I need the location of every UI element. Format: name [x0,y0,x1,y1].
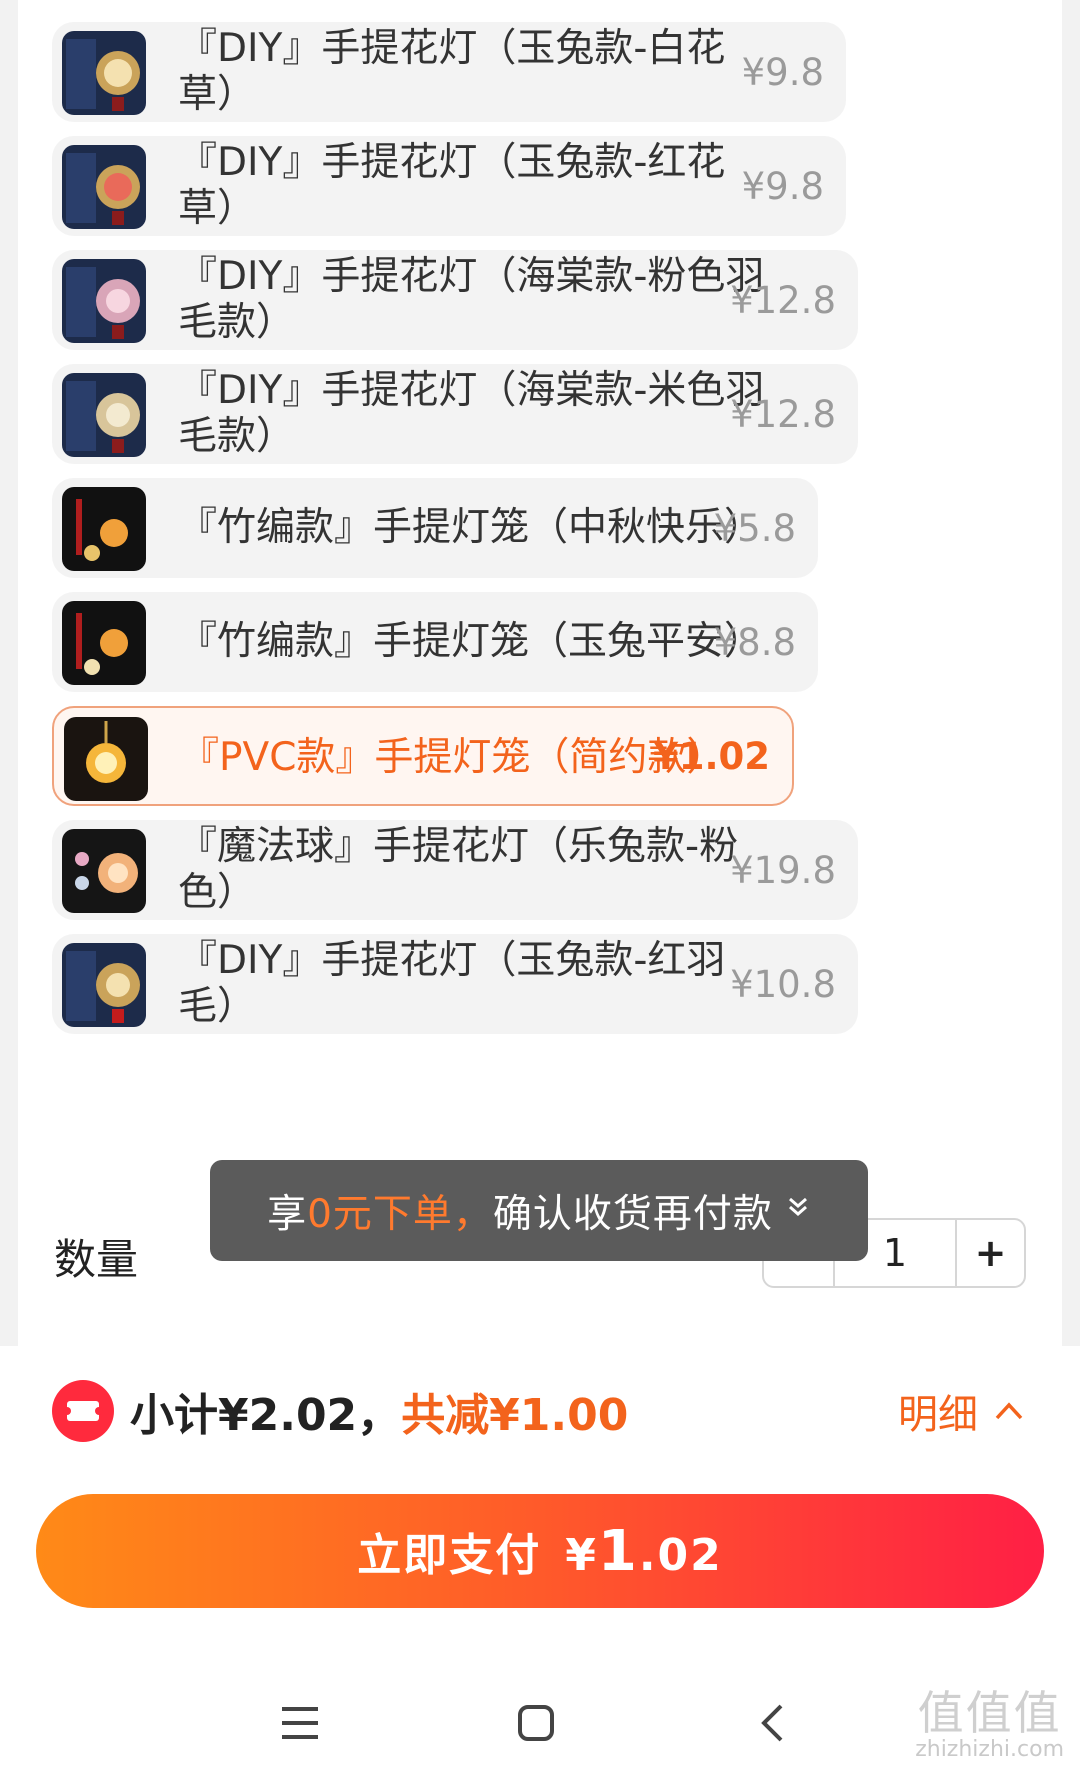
sku-option[interactable]: 『魔法球』手提花灯（乐兔款-粉 色） ¥19.8 [52,820,858,920]
sku-option[interactable]: 『DIY』手提花灯（玉兔款-红花 草） ¥9.8 [52,136,846,236]
sku-option[interactable]: 『DIY』手提花灯（玉兔款-红羽 毛） ¥10.8 [52,934,858,1034]
promo-toast[interactable]: 享 0元下单， 确认收货再付款 [210,1160,868,1261]
subtotal-text: 小计¥2.02， [130,1390,402,1441]
sku-price: ¥1.02 [652,734,770,778]
product-thumbnail [62,829,146,913]
increase-button[interactable]: + [957,1220,1024,1286]
toast-highlight: 0元下单， [307,1191,493,1237]
sku-name: 『PVC款』手提灯笼（简约款） [180,735,726,780]
toast-text: 确认收货再付款 [492,1191,773,1237]
sku-option[interactable]: 『竹编款』手提灯笼（玉兔平安） ¥8.8 [52,592,818,692]
coupon-icon [52,1380,114,1442]
product-thumbnail [62,373,146,457]
sku-name: 『DIY』手提花灯（海棠款-粉色羽 毛款） [178,254,765,345]
product-thumbnail [64,717,148,801]
sku-name: 『竹编款』手提灯笼（玉兔平安） [178,619,764,664]
sku-option[interactable]: 『DIY』手提花灯（海棠款-米色羽 毛款） ¥12.8 [52,364,858,464]
sku-option[interactable]: 『DIY』手提花灯（玉兔款-白花 草） ¥9.8 [52,22,846,122]
watermark: 值值值 zhizhizhi.com [915,1686,1064,1762]
product-thumbnail [62,145,146,229]
discount-text: 共减¥1.00 [401,1390,629,1441]
home-icon[interactable] [476,1676,596,1770]
sku-price: ¥9.8 [741,164,824,208]
toast-prefix: 享 [267,1191,308,1237]
sku-name: 『DIY』手提花灯（玉兔款-红花 草） [178,140,726,231]
sku-name: 『DIY』手提花灯（玉兔款-白花 草） [178,26,726,117]
sku-option[interactable]: 『竹编款』手提灯笼（中秋快乐） ¥5.8 [52,478,818,578]
sku-price: ¥8.8 [713,620,796,664]
sku-option[interactable]: 『DIY』手提花灯（海棠款-粉色羽 毛款） ¥12.8 [52,250,858,350]
sku-name: 『DIY』手提花灯（玉兔款-红羽 毛） [178,938,726,1029]
double-chevron-down-icon [785,1194,811,1227]
subtotal: 小计¥2.02， 共减¥1.00 [130,1380,628,1442]
sku-price: ¥12.8 [730,392,836,436]
product-thumbnail [62,943,146,1027]
detail-label: 明细 [898,1392,978,1438]
product-thumbnail [62,601,146,685]
sku-price: ¥5.8 [713,506,796,550]
detail-toggle[interactable]: 明细 [898,1380,1024,1442]
sku-name: 『魔法球』手提花灯（乐兔款-粉 色） [178,824,739,915]
pay-amount: ¥1.02 [565,1518,723,1584]
product-thumbnail [62,259,146,343]
menu-icon[interactable] [240,1676,360,1770]
sku-price: ¥10.8 [730,962,836,1006]
quantity-label: 数量 [54,1235,139,1284]
pay-now-button[interactable]: 立即支付 ¥1.02 [36,1494,1044,1608]
sku-option-selected[interactable]: 『PVC款』手提灯笼（简约款） ¥1.02 [52,706,794,806]
sku-name: 『DIY』手提花灯（海棠款-米色羽 毛款） [178,368,765,459]
checkout-footer: 小计¥2.02， 共减¥1.00 明细 立即支付 ¥1.02 值值值 zhizhi… [0,1346,1080,1770]
sku-price: ¥19.8 [730,848,836,892]
sku-price: ¥12.8 [730,278,836,322]
product-thumbnail [62,487,146,571]
product-thumbnail [62,31,146,115]
pay-label: 立即支付 [357,1530,542,1581]
back-icon[interactable] [712,1676,832,1770]
sku-price: ¥9.8 [741,50,824,94]
chevron-up-icon [994,1394,1024,1429]
sku-name: 『竹编款』手提灯笼（中秋快乐） [178,505,764,550]
